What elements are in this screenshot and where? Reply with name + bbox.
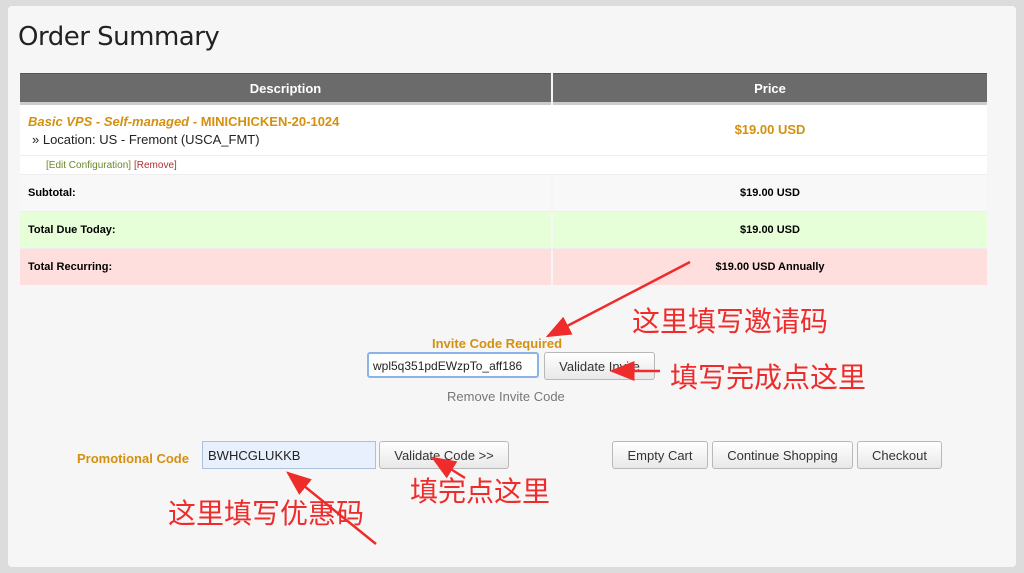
total-due-today-value: $19.00 USD bbox=[553, 212, 987, 248]
product-links-row: [Edit Configuration] [Remove] bbox=[20, 156, 987, 174]
product-separator: - bbox=[189, 114, 201, 129]
total-due-today-label: Total Due Today: bbox=[20, 212, 551, 248]
remove-product-link[interactable]: [Remove] bbox=[134, 160, 177, 171]
total-recurring-row: Total Recurring: $19.00 USD Annually bbox=[20, 248, 987, 285]
edit-configuration-link[interactable]: [Edit Configuration] bbox=[46, 160, 131, 171]
promo-annotation: 这里填写优惠码 bbox=[168, 497, 365, 530]
table-header: Description Price bbox=[20, 73, 987, 105]
column-header-description: Description bbox=[20, 73, 551, 105]
order-table: Description Price Basic VPS - Self-manag… bbox=[20, 73, 987, 285]
continue-shopping-button[interactable]: Continue Shopping bbox=[712, 441, 853, 469]
product-title: Basic VPS - Self-managed bbox=[28, 114, 190, 129]
product-row: Basic VPS - Self-managed - MINICHICKEN-2… bbox=[20, 105, 987, 156]
product-price: $19.00 USD bbox=[734, 122, 806, 137]
invite-annotation: 这里填写邀请码 bbox=[632, 305, 829, 338]
column-header-price: Price bbox=[553, 73, 987, 105]
promotional-code-input[interactable]: BWHCGLUKKB bbox=[202, 441, 376, 469]
promo-click-annotation: 填完点这里 bbox=[410, 475, 551, 508]
validate-invite-button[interactable]: Validate Invite bbox=[544, 352, 655, 380]
validate-code-button[interactable]: Validate Code >> bbox=[379, 441, 509, 469]
product-code: MINICHICKEN-20-1024 bbox=[200, 114, 340, 129]
checkout-button[interactable]: Checkout bbox=[857, 441, 942, 469]
invite-code-label: Invite Code Required bbox=[432, 336, 563, 351]
page-title: Order Summary bbox=[18, 22, 220, 52]
product-location: » Location: US - Fremont (USCA_FMT) bbox=[32, 132, 260, 147]
total-due-today-row: Total Due Today: $19.00 USD bbox=[20, 211, 987, 248]
subtotal-value: $19.00 USD bbox=[553, 175, 987, 211]
total-recurring-value: $19.00 USD Annually bbox=[553, 249, 987, 285]
remove-invite-code-link[interactable]: Remove Invite Code bbox=[447, 389, 565, 404]
subtotal-row: Subtotal: $19.00 USD bbox=[20, 174, 987, 211]
product-name: Basic VPS - Self-managed - MINICHICKEN-2… bbox=[28, 114, 339, 129]
subtotal-label: Subtotal: bbox=[20, 175, 551, 211]
promotional-code-label: Promotional Code bbox=[77, 451, 189, 466]
total-recurring-label: Total Recurring: bbox=[20, 249, 551, 285]
invite-code-input[interactable]: wpl5q351pdEWzpTo_aff186 bbox=[367, 352, 539, 378]
empty-cart-button[interactable]: Empty Cart bbox=[612, 441, 708, 469]
invite-click-annotation: 填写完成点这里 bbox=[670, 361, 867, 394]
